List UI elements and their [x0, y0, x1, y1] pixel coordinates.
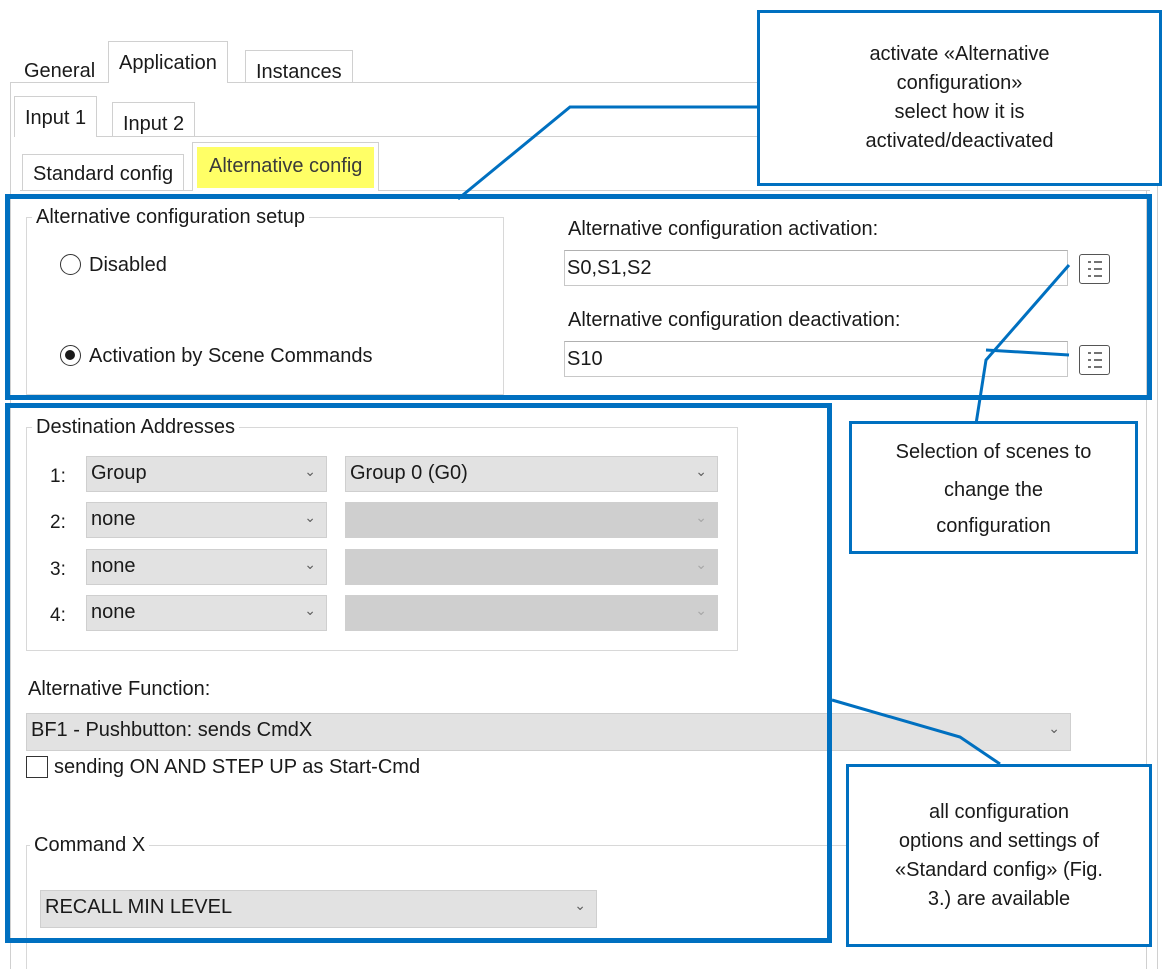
- callout-scene-selection-line: Selection of scenes to: [895, 440, 1092, 463]
- callout-scene-selection-line: change the: [944, 478, 1043, 501]
- callout-scene-selection-line: configuration: [936, 514, 1051, 537]
- callout-activate: activate «Alternative configuration» sel…: [757, 10, 1162, 186]
- callout-all-options-line: 3.) are available: [927, 887, 1071, 910]
- callout-all-options: all configuration options and settings o…: [846, 764, 1152, 947]
- callout-all-options-line: all configuration: [928, 800, 1070, 823]
- callout-all-options-line: options and settings of: [898, 829, 1100, 852]
- callout-all-options-line: «Standard config» (Fig.: [895, 858, 1103, 881]
- callout-activate-line: activate «Alternative: [869, 43, 1050, 65]
- callout-activate-line: select how it is: [894, 101, 1025, 123]
- callout-activate-line: activated/deactivated: [865, 130, 1054, 152]
- callout-activate-line: configuration»: [896, 72, 1023, 94]
- callout-scene-selection: Selection of scenes to change the config…: [849, 421, 1138, 554]
